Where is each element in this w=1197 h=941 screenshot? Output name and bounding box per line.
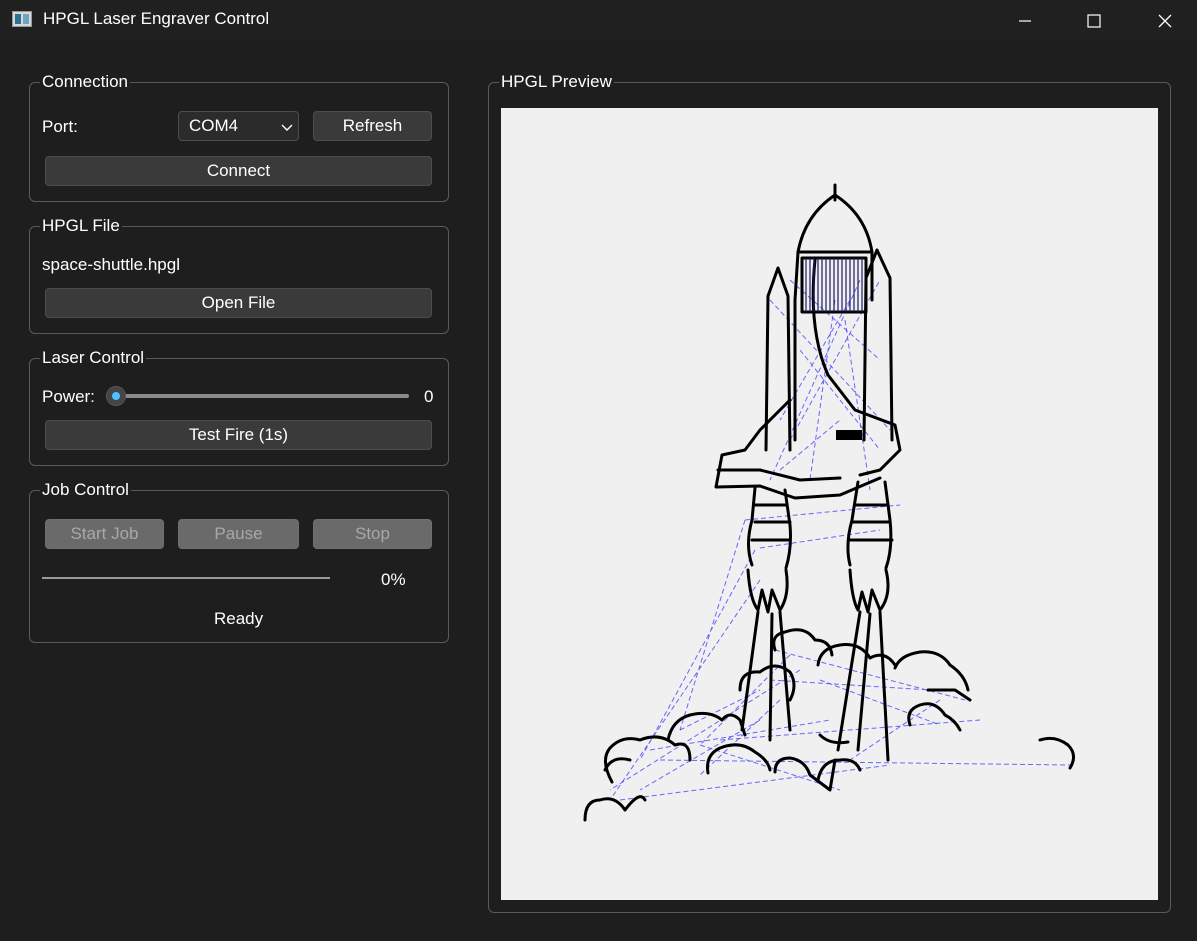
pause-button[interactable]: Pause	[178, 519, 299, 549]
port-select[interactable]: COM4	[178, 111, 299, 141]
test-fire-button[interactable]: Test Fire (1s)	[45, 420, 432, 450]
job-status-text: Ready	[214, 609, 264, 628]
window-title: HPGL Laser Engraver Control	[43, 9, 270, 28]
refresh-button[interactable]: Refresh	[313, 111, 432, 141]
maximize-icon	[1087, 13, 1101, 28]
job-control-legend: Job Control	[42, 480, 129, 499]
port-label: Port:	[42, 117, 78, 136]
file-name-label: space-shuttle.hpgl	[42, 255, 180, 274]
space-shuttle-drawing	[583, 183, 1075, 822]
open-file-button[interactable]: Open File	[45, 288, 432, 318]
job-progress-bar	[42, 577, 330, 579]
hpgl-file-legend: HPGL File	[42, 216, 120, 235]
power-slider-thumb[interactable]	[106, 386, 126, 406]
maximize-button[interactable]	[1071, 0, 1117, 41]
connection-legend: Connection	[42, 72, 129, 91]
stop-button[interactable]: Stop	[313, 519, 432, 549]
nasa-logo	[836, 430, 862, 440]
hpgl-preview-canvas	[501, 108, 1158, 900]
progress-percent: 0%	[381, 570, 406, 589]
power-slider-track[interactable]	[106, 394, 409, 398]
port-select-value: COM4	[189, 116, 239, 135]
power-label: Power:	[42, 387, 95, 406]
app-icon	[12, 11, 32, 27]
minimize-icon	[1019, 19, 1031, 22]
power-value: 0	[424, 387, 434, 406]
chevron-down-icon	[281, 124, 293, 131]
title-bar: HPGL Laser Engraver Control	[0, 0, 1197, 41]
minimize-button[interactable]	[1002, 0, 1048, 41]
connect-button[interactable]: Connect	[45, 156, 432, 186]
close-button[interactable]	[1142, 0, 1188, 41]
engrave-paths	[583, 183, 1075, 822]
hpgl-preview-legend: HPGL Preview	[501, 72, 612, 91]
close-icon	[1158, 14, 1172, 27]
laser-control-legend: Laser Control	[42, 348, 145, 367]
tank-hatching	[805, 258, 863, 312]
start-job-button[interactable]: Start Job	[45, 519, 164, 549]
